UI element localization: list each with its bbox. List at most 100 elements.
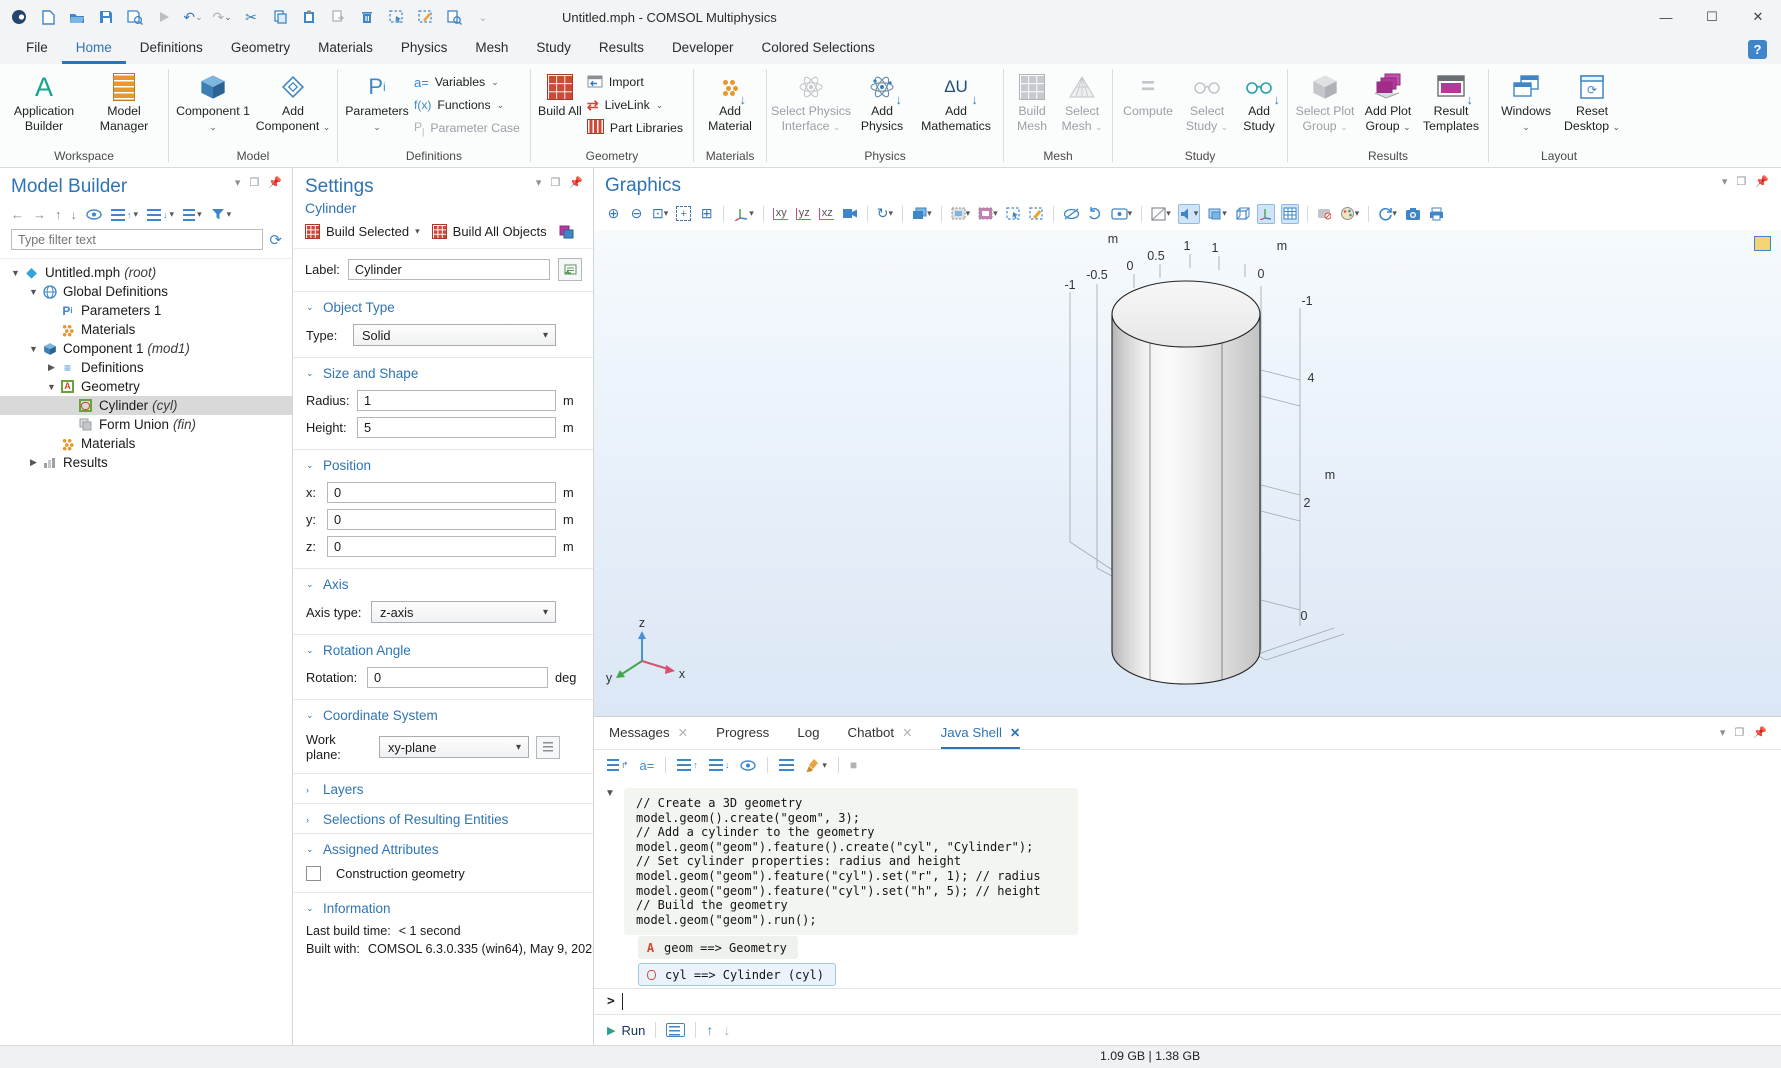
add-component-button[interactable]: Add Component ⌄ — [253, 66, 333, 133]
clear-shell-icon[interactable]: ▾ — [805, 758, 827, 772]
rotation-input[interactable] — [367, 667, 548, 688]
position-z-input[interactable] — [327, 536, 556, 557]
tab-developer[interactable]: Developer — [658, 34, 748, 64]
reset-desktop-button[interactable]: ⟳ Reset Desktop ⌄ — [1559, 66, 1625, 133]
help-button[interactable]: ? — [1748, 40, 1767, 59]
import-button[interactable]: Import — [587, 74, 683, 90]
select-box-icon[interactable] — [387, 8, 405, 26]
tab-geometry[interactable]: Geometry — [217, 34, 304, 64]
add-material-button[interactable]: ↓ Add Material — [698, 66, 762, 133]
panel-pin-icon[interactable]: 📌 — [1755, 175, 1769, 188]
result-templates-button[interactable]: ↓ Result Templates — [1418, 66, 1484, 133]
construction-geometry-checkbox[interactable] — [306, 866, 321, 881]
tab-messages[interactable]: Messages✕ — [609, 717, 688, 749]
view-yz-icon[interactable]: yz — [795, 204, 812, 224]
height-input[interactable] — [357, 417, 556, 438]
insert-node-icon[interactable]: ↱ — [607, 759, 629, 771]
close-tab-icon[interactable]: ✕ — [1010, 725, 1020, 740]
section-position[interactable]: ⌄Position — [294, 450, 593, 479]
add-mathematics-button[interactable]: ΔU↓ Add Mathematics — [913, 66, 999, 133]
reset-hiding-icon[interactable] — [1087, 204, 1104, 224]
java-shell-output[interactable]: ▼ // Create a 3D geometry model.geom().c… — [594, 780, 1781, 987]
save-to-model-manager-icon[interactable] — [126, 8, 144, 26]
tab-chatbot[interactable]: Chatbot✕ — [848, 717, 913, 749]
show-icon[interactable] — [86, 209, 102, 220]
tab-java-shell[interactable]: Java Shell✕ — [941, 717, 1021, 749]
save-icon[interactable] — [97, 8, 115, 26]
show-output-icon[interactable] — [740, 760, 756, 771]
tree-item-form-union[interactable]: Form Union(fin) — [0, 415, 292, 434]
go-to-work-plane-button[interactable] — [536, 736, 560, 759]
maximize-button[interactable]: ☐ — [1689, 0, 1735, 34]
wireframe-rendering-icon[interactable]: ▾ — [1206, 204, 1228, 224]
image-export-icon[interactable]: ▾ — [977, 204, 999, 224]
tab-results[interactable]: Results — [585, 34, 658, 64]
scroll-down-icon[interactable]: ↓ — [709, 759, 730, 771]
delete-icon[interactable] — [358, 8, 376, 26]
tree-item-results[interactable]: ▶ Results — [0, 453, 292, 472]
panel-float-icon[interactable]: ❐ — [1736, 175, 1746, 188]
tree-item-materials[interactable]: Materials — [0, 434, 292, 453]
play-icon[interactable] — [155, 8, 173, 26]
functions-button[interactable]: f(x) Functions⌄ — [414, 97, 520, 113]
zoom-out-icon[interactable]: ⊖ — [628, 204, 645, 224]
new-file-icon[interactable] — [39, 8, 57, 26]
add-physics-button[interactable]: ↓ Add Physics — [851, 66, 913, 133]
build-all-button[interactable]: Build All — [535, 66, 585, 119]
position-x-input[interactable] — [327, 482, 556, 503]
transparency-icon[interactable]: ▾ — [1150, 204, 1172, 224]
show-grid-icon[interactable] — [1281, 204, 1299, 224]
command-list-icon[interactable] — [666, 1023, 685, 1037]
scroll-up-icon[interactable]: ↑ — [677, 759, 698, 771]
go-to-default-view-icon[interactable]: ▾ — [732, 204, 755, 224]
component-1-button[interactable]: Component 1 ⌄ — [173, 66, 253, 133]
build-selected-button[interactable]: Build Selected▾ — [305, 224, 420, 239]
construction-geometry-row[interactable]: Construction geometry — [294, 863, 593, 884]
toolbar-overflow-icon[interactable]: ⌄ — [474, 8, 492, 26]
section-assigned-attributes[interactable]: ⌄Assigned Attributes — [294, 834, 593, 863]
view-hidden-only-icon[interactable]: ▾ — [1110, 204, 1134, 224]
view-xz-icon[interactable]: xz — [818, 204, 835, 224]
build-mesh-button[interactable]: Build Mesh — [1008, 66, 1056, 133]
forward-icon[interactable]: → — [33, 207, 46, 222]
zoom-in-icon[interactable]: ⊕ — [605, 204, 622, 224]
position-y-input[interactable] — [327, 509, 556, 530]
output-chip-geom[interactable]: A geom ==> Geometry — [638, 936, 798, 959]
select-study-button[interactable]: Select Study ⌄ — [1179, 66, 1235, 133]
show-axis-orientation-icon[interactable] — [1257, 204, 1275, 224]
select-physics-interface-button[interactable]: Select Physics Interface ⌄ — [771, 66, 851, 133]
node-order-icon[interactable]: ▾ — [183, 209, 202, 221]
tree-item-parameters[interactable]: Pi Parameters 1 — [0, 301, 292, 320]
word-wrap-icon[interactable] — [779, 759, 794, 772]
zoom-extents-icon[interactable]: + — [675, 204, 692, 224]
select-plot-group-button[interactable]: Select Plot Group ⌄ — [1292, 66, 1358, 133]
tab-definitions[interactable]: Definitions — [126, 34, 217, 64]
add-plot-group-button[interactable]: Add Plot Group ⌄ — [1358, 66, 1418, 133]
no-color-icon[interactable] — [1316, 204, 1333, 224]
print-icon[interactable] — [1428, 204, 1445, 224]
cut-icon[interactable]: ✂ — [242, 8, 260, 26]
next-command-icon[interactable]: ↓ — [723, 1022, 730, 1038]
update-view-icon[interactable]: ▾ — [1377, 204, 1398, 224]
expand-all-icon[interactable]: ↓▾ — [147, 209, 174, 221]
livelink-button[interactable]: ⇄ LiveLink⌄ — [587, 97, 683, 113]
panel-pin-icon[interactable]: 📌 — [569, 176, 583, 189]
tree-item-global-materials[interactable]: Materials — [0, 320, 292, 339]
panel-float-icon[interactable]: ❐ — [249, 176, 259, 189]
tree-item-definitions[interactable]: ▶ ≡ Definitions — [0, 358, 292, 377]
sound-icon[interactable]: ▾ — [1178, 204, 1201, 224]
output-chip-cyl[interactable]: cyl ==> Cylinder (cyl) — [638, 963, 836, 986]
deselect-icon[interactable] — [416, 8, 434, 26]
tab-file[interactable]: File — [12, 34, 62, 64]
model-manager-button[interactable]: Model Manager — [84, 66, 164, 133]
code-fold-icon[interactable]: ▼ — [605, 788, 615, 799]
open-file-icon[interactable] — [68, 8, 86, 26]
tab-colored-selections[interactable]: Colored Selections — [747, 34, 888, 64]
tab-physics[interactable]: Physics — [387, 34, 462, 64]
work-plane-dropdown[interactable]: xy-plane — [379, 736, 529, 758]
section-rotation-angle[interactable]: ⌄Rotation Angle — [294, 635, 593, 664]
part-libraries-button[interactable]: Part Libraries — [587, 120, 683, 136]
panel-pin-icon[interactable]: 📌 — [268, 176, 282, 189]
select-entities-icon[interactable] — [1005, 204, 1022, 224]
section-information[interactable]: ⌄Information — [294, 893, 593, 922]
